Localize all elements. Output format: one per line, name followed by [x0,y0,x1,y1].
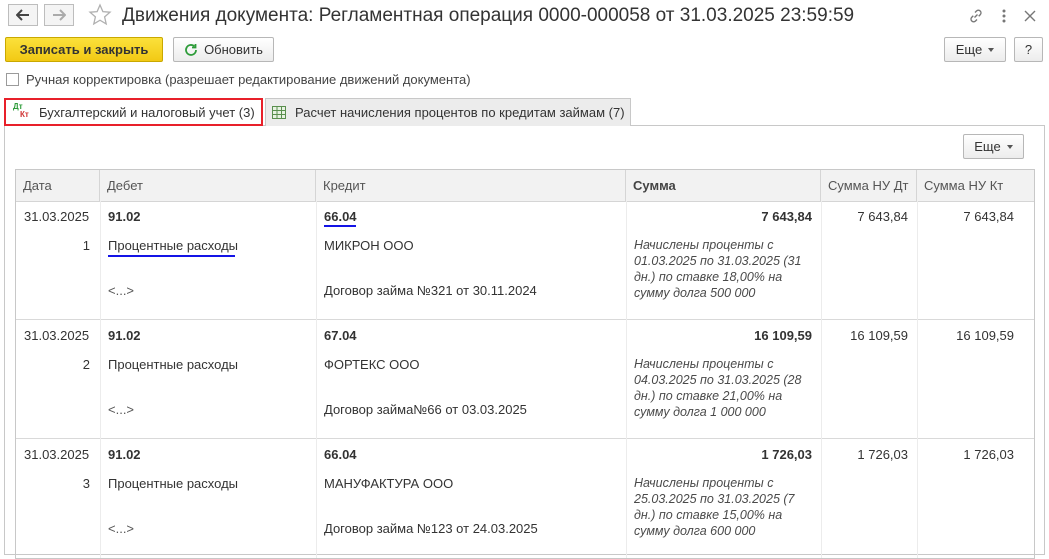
column-divider [100,201,101,558]
row-content: Начислены проценты с 04.03.2025 по 31.03… [634,357,802,419]
row-content: Начислены проценты с 01.03.2025 по 31.03… [634,238,802,300]
window-title: Движения документа: Регламентная операци… [122,5,855,26]
row-debit-subconto2: <...> [108,402,135,417]
table-row[interactable]: 31.03.2025 3 91.02 Процентные расходы <.… [16,439,1034,558]
row-date: 31.03.2025 [24,209,90,224]
refresh-label: Обновить [204,42,263,57]
chevron-down-icon [988,47,995,52]
forward-button[interactable] [44,4,74,26]
back-button[interactable] [8,4,38,26]
row-sum-nu-dt: 1 726,03 [857,447,908,462]
save-and-close-button[interactable]: Записать и закрыть [5,37,163,62]
table-more-button[interactable]: Еще [963,134,1024,159]
tab-accounting-label: Бухгалтерский и налоговый учет (3) [39,104,255,120]
column-divider [626,201,627,558]
col-credit[interactable]: Кредит [316,170,626,201]
row-credit: 66.04 [324,447,357,462]
col-date[interactable]: Дата [16,170,100,201]
row-sum-nu-dt: 16 109,59 [850,328,908,343]
manual-adjust-checkbox-row[interactable]: Ручная корректировка (разрешает редактир… [6,72,471,87]
row-number: 1 [82,238,90,253]
row-debit-subconto2: <...> [108,521,135,536]
highlight-underline [324,225,356,227]
help-button[interactable]: ? [1014,37,1043,62]
row-content: Начислены проценты с 25.03.2025 по 31.03… [634,476,795,538]
star-icon[interactable] [88,3,112,27]
table-row[interactable]: 31.03.2025 1 91.02 Процентные расходы <.… [16,201,1034,320]
col-debit[interactable]: Дебет [100,170,316,201]
row-number: 2 [82,357,90,372]
chevron-down-icon [1006,144,1013,149]
row-sum-nu-kt: 16 109,59 [956,328,1014,343]
tab-interest-calc[interactable]: Расчет начисления процентов по кредитам … [265,98,631,126]
row-debit-subconto: Процентные расходы [108,476,239,491]
row-debit-subconto: Процентные расходы [108,238,239,253]
table-icon [272,106,286,119]
link-icon[interactable] [966,6,986,26]
col-sum[interactable]: Сумма [626,170,821,201]
row-credit: 67.04 [324,328,357,343]
table-row[interactable]: 31.03.2025 2 91.02 Процентные расходы <.… [16,320,1034,439]
tab-interest-calc-label: Расчет начисления процентов по кредитам … [295,105,625,120]
movements-table[interactable]: Дата Дебет Кредит Сумма Сумма НУ Дт Сумм… [15,169,1035,559]
row-sum-nu-kt: 7 643,84 [963,209,1014,224]
more-label: Еще [955,42,983,57]
row-credit-subconto: МАНУФАКТУРА ООО [324,476,454,491]
row-credit: 66.04 [324,209,357,224]
row-sum-nu-kt: 1 726,03 [963,447,1014,462]
close-icon[interactable] [1020,6,1040,26]
row-number: 3 [82,476,90,491]
row-credit-subconto2: Договор займа №123 от 24.03.2025 [324,521,538,536]
column-divider [917,201,918,558]
row-date: 31.03.2025 [24,447,90,462]
back-arrow-icon [16,9,29,21]
col-sum-nu-kt[interactable]: Сумма НУ Кт [917,170,1034,201]
row-debit-subconto: Процентные расходы [108,357,239,372]
row-sum: 1 726,03 [761,447,812,462]
row-sum: 7 643,84 [761,209,812,224]
title-bar: Движения документа: Регламентная операци… [0,0,1049,32]
row-credit-subconto2: Договор займа №321 от 30.11.2024 [324,283,537,298]
tab-accounting[interactable]: Дт Кт Бухгалтерский и налоговый учет (3) [4,98,263,126]
more-vertical-icon[interactable] [994,6,1014,26]
column-divider [821,201,822,558]
row-debit: 91.02 [108,447,141,462]
more-button[interactable]: Еще [944,37,1006,62]
row-debit-subconto2: <...> [108,283,135,298]
refresh-icon [185,43,197,56]
manual-adjust-checkbox[interactable] [6,73,19,86]
row-debit: 91.02 [108,328,141,343]
row-credit-subconto2: Договор займа№66 от 03.03.2025 [324,402,527,417]
row-credit-subconto: МИКРОН ООО [324,238,414,253]
row-sum-nu-dt: 7 643,84 [857,209,908,224]
refresh-button[interactable]: Обновить [173,37,274,62]
table-more-label: Еще [974,139,1001,154]
row-debit: 91.02 [108,209,141,224]
row-date: 31.03.2025 [24,328,90,343]
table-header: Дата Дебет Кредит Сумма Сумма НУ Дт Сумм… [16,170,1034,202]
column-divider [316,201,317,558]
col-sum-nu-dt[interactable]: Сумма НУ Дт [821,170,917,201]
row-sum: 16 109,59 [754,328,812,343]
row-credit-subconto: ФОРТЕКС ООО [324,357,420,372]
dt-kt-icon: Дт Кт [13,102,29,119]
manual-adjust-label: Ручная корректировка (разрешает редактир… [26,72,471,87]
highlight-underline [108,255,235,257]
forward-arrow-icon [53,9,66,21]
